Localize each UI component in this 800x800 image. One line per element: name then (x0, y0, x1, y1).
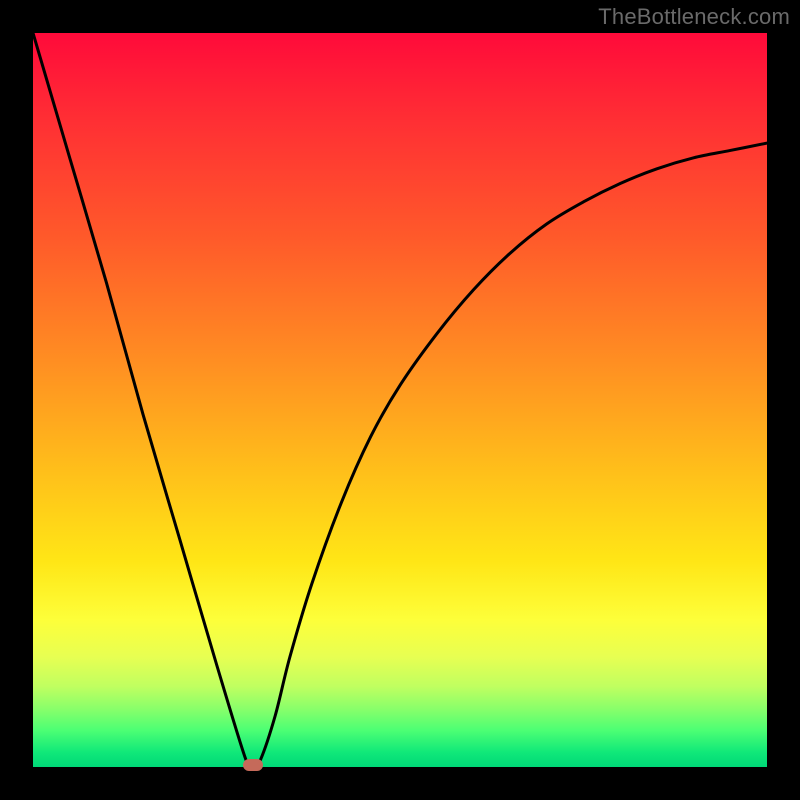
bottleneck-curve (33, 33, 767, 767)
watermark-text: TheBottleneck.com (598, 4, 790, 30)
chart-frame: TheBottleneck.com (0, 0, 800, 800)
plot-area (33, 33, 767, 767)
optimal-point-marker (243, 759, 263, 771)
